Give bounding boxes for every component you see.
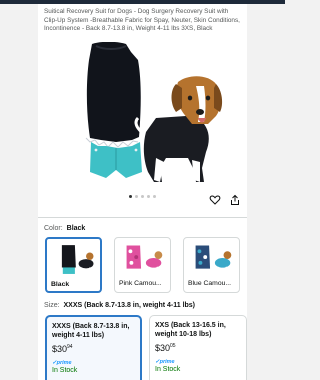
product-page: Suitical Recovery Suit for Dogs - Dog Su… xyxy=(38,4,247,380)
size-option-price: $3005 xyxy=(155,343,241,353)
size-option-name: XXXS (Back 8.7-13.8 in, weight 4-11 lbs) xyxy=(52,323,130,339)
price-whole: $30 xyxy=(155,343,171,353)
color-selection-label: Color: Black xyxy=(44,225,85,232)
color-option-name: Black xyxy=(51,281,70,288)
size-label: Size: xyxy=(44,302,60,309)
color-selected-value: Black xyxy=(66,225,86,232)
section-divider xyxy=(38,217,247,218)
gallery-dot-active[interactable] xyxy=(129,195,132,198)
size-option-xxxs[interactable]: XXXS (Back 8.7-13.8 in, weight 4-11 lbs)… xyxy=(45,315,142,380)
prime-badge: ✓prime xyxy=(155,359,175,365)
color-option-name: Blue Camou... xyxy=(188,280,232,287)
gallery-dot[interactable] xyxy=(135,195,138,198)
size-option-name: XXS (Back 13-16.5 in, weight 10-18 lbs) xyxy=(155,322,226,338)
color-option-name: Pink Camou... xyxy=(119,280,162,287)
share-icon[interactable] xyxy=(229,194,241,206)
size-selected-value: XXXS (Back 8.7-13.8 in, weight 4-11 lbs) xyxy=(63,302,196,309)
price-cents: 05 xyxy=(170,343,176,349)
color-option-pink-camo[interactable]: Pink Camou... xyxy=(114,237,171,293)
size-option-xxs[interactable]: XXS (Back 13-16.5 in, weight 10-18 lbs) … xyxy=(149,315,247,380)
color-label: Color: xyxy=(44,225,63,232)
gallery-dot[interactable] xyxy=(153,195,156,198)
blue-camo-suit-thumbnail xyxy=(195,245,232,274)
product-title[interactable]: Suitical Recovery Suit for Dogs - Dog Su… xyxy=(44,8,242,34)
prime-badge: ✓prime xyxy=(52,360,72,366)
black-suit-thumbnail xyxy=(61,245,94,275)
gallery-dot[interactable] xyxy=(141,195,144,198)
price-whole: $30 xyxy=(52,344,68,354)
pink-camo-suit-thumbnail xyxy=(126,245,163,274)
color-option-black[interactable]: Black xyxy=(45,237,102,293)
beagle-dog-image xyxy=(134,76,223,182)
size-selection-label: Size: XXXS (Back 8.7-13.8 in, weight 4-1… xyxy=(44,302,195,309)
stock-status: In Stock xyxy=(155,366,181,373)
product-image-gallery[interactable] xyxy=(38,42,247,184)
price-cents: 94 xyxy=(67,344,73,350)
size-option-price: $3094 xyxy=(52,344,135,354)
stock-status: In Stock xyxy=(52,367,78,374)
heart-icon[interactable] xyxy=(209,194,221,206)
gallery-dot[interactable] xyxy=(147,195,150,198)
color-option-blue-camo[interactable]: Blue Camou... xyxy=(183,237,240,293)
